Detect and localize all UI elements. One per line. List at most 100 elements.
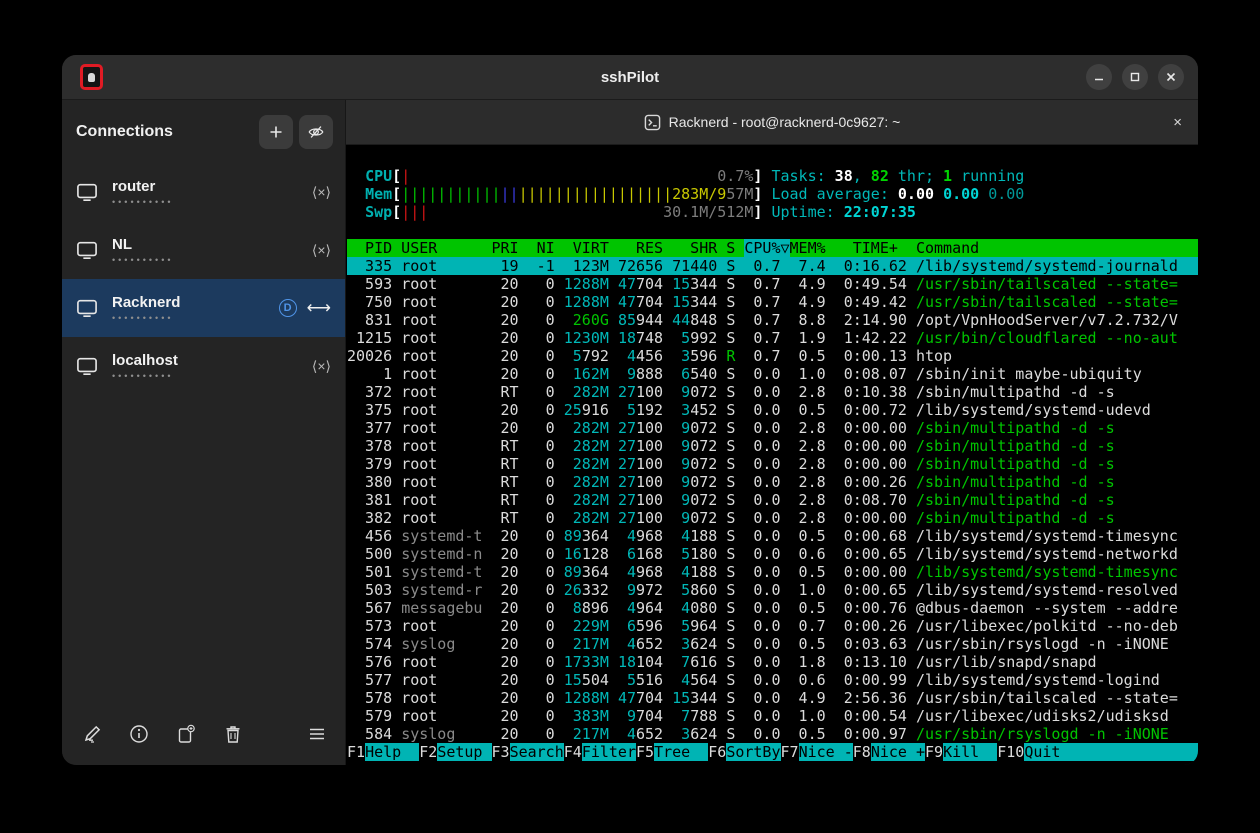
connection-name: router bbox=[112, 179, 174, 195]
connection-password-dots: •••••••••• bbox=[112, 314, 180, 322]
minimize-button[interactable] bbox=[1086, 64, 1112, 90]
fkey-f4: F4 bbox=[564, 743, 582, 761]
process-row-379[interactable]: 379 root RT 0 282M 27100 9072 S 0.0 2.8 … bbox=[347, 455, 1198, 473]
trash-icon bbox=[223, 724, 243, 744]
app-window: sshPilot Connections bbox=[62, 55, 1198, 765]
process-row-503[interactable]: 503 systemd-r 20 0 26332 9972 5860 S 0.0… bbox=[347, 581, 1198, 599]
process-row-578[interactable]: 578 root 20 0 1288M 47704 15344 S 0.0 4.… bbox=[347, 689, 1198, 707]
fkey-action-tree[interactable]: Tree bbox=[654, 743, 708, 761]
process-row-1[interactable]: 1 root 20 0 162M 9888 6540 S 0.0 1.0 0:0… bbox=[347, 365, 1198, 383]
process-row-573[interactable]: 573 root 20 0 229M 6596 5964 S 0.0 0.7 0… bbox=[347, 617, 1198, 635]
process-row-577[interactable]: 577 root 20 0 15504 5516 4564 S 0.0 0.6 … bbox=[347, 671, 1198, 689]
fkey-f8: F8 bbox=[853, 743, 871, 761]
connection-item-router[interactable]: router••••••••••⟨×⟩ bbox=[62, 163, 345, 221]
computer-icon bbox=[76, 240, 98, 260]
fkey-f7: F7 bbox=[781, 743, 799, 761]
close-button[interactable] bbox=[1158, 64, 1184, 90]
process-row-20026[interactable]: 20026 root 20 0 5792 4456 3596 R 0.7 0.5… bbox=[347, 347, 1198, 365]
menu-button[interactable] bbox=[307, 724, 327, 744]
computer-icon bbox=[76, 298, 98, 318]
process-row-456[interactable]: 456 systemd-t 20 0 89364 4968 4188 S 0.0… bbox=[347, 527, 1198, 545]
fkey-action-kill[interactable]: Kill bbox=[943, 743, 997, 761]
terminal-line: Swp[||| 30.1M/512M] Uptime: 22:07:35 bbox=[347, 203, 1198, 221]
connections-sidebar: Connections router •••••••••• ⟨×⟩ NL •••••••… bbox=[62, 100, 345, 765]
process-row-579[interactable]: 579 root 20 0 383M 9704 7788 S 0.0 1.0 0… bbox=[347, 707, 1198, 725]
fkey-action-search[interactable]: Search bbox=[510, 743, 564, 761]
sidebar-toolbar bbox=[62, 709, 345, 765]
sidebar-title: Connections bbox=[76, 123, 173, 141]
fkey-action-nice-[interactable]: Nice - bbox=[799, 743, 853, 761]
fkey-f3: F3 bbox=[492, 743, 510, 761]
process-row-380[interactable]: 380 root RT 0 282M 27100 9072 S 0.0 2.8 … bbox=[347, 473, 1198, 491]
info-button[interactable] bbox=[129, 724, 149, 744]
fkey-action-sortby[interactable]: SortBy bbox=[726, 743, 780, 761]
connected-icon: ⟷ bbox=[307, 298, 331, 318]
titlebar: sshPilot bbox=[62, 55, 1198, 100]
terminal-tabbar: Racknerd - root@racknerd-0c9627: ~ × bbox=[346, 100, 1198, 145]
htop-column-header[interactable]: PID USER PRI NI VIRT RES SHR S CPU%▽MEM%… bbox=[347, 239, 1198, 257]
process-row-831[interactable]: 831 root 20 0 260G 85944 44848 S 0.7 8.8… bbox=[347, 311, 1198, 329]
connection-name: localhost bbox=[112, 353, 178, 369]
computer-icon bbox=[76, 182, 98, 202]
eye-off-icon bbox=[307, 123, 325, 141]
dynamic-badge: D bbox=[279, 299, 297, 317]
maximize-icon bbox=[1129, 71, 1141, 83]
terminal-line bbox=[347, 221, 1198, 239]
fkey-f9: F9 bbox=[925, 743, 943, 761]
fkey-action-quit[interactable]: Quit bbox=[1024, 743, 1198, 761]
fkey-f1: F1 bbox=[347, 743, 365, 761]
htop-function-key-bar: F1Help F2Setup F3SearchF4FilterF5Tree F6… bbox=[347, 743, 1198, 761]
process-row-750[interactable]: 750 root 20 0 1288M 47704 15344 S 0.7 4.… bbox=[347, 293, 1198, 311]
process-row-574[interactable]: 574 syslog 20 0 217M 4652 3624 S 0.0 0.5… bbox=[347, 635, 1198, 653]
connection-item-racknerd[interactable]: Racknerd •••••••••• D ⟷ bbox=[62, 279, 345, 337]
hamburger-icon bbox=[307, 724, 327, 744]
process-row-381[interactable]: 381 root RT 0 282M 27100 9072 S 0.0 2.8 … bbox=[347, 491, 1198, 509]
connection-item-nl[interactable]: NL •••••••••• ⟨×⟩ bbox=[62, 221, 345, 279]
maximize-button[interactable] bbox=[1122, 64, 1148, 90]
process-row-501[interactable]: 501 systemd-t 20 0 89364 4968 4188 S 0.0… bbox=[347, 563, 1198, 581]
process-row-500[interactable]: 500 systemd-n 20 0 16128 6168 5180 S 0.0… bbox=[347, 545, 1198, 563]
connection-password-dots: •••••••••• bbox=[112, 198, 174, 206]
connection-name: Racknerd bbox=[112, 295, 180, 311]
connection-name: NL bbox=[112, 237, 174, 253]
tab-close-button[interactable]: × bbox=[1173, 114, 1182, 131]
disconnected-icon: ⟨×⟩ bbox=[312, 358, 331, 375]
process-row-593[interactable]: 593 root 20 0 1288M 47704 15344 S 0.7 4.… bbox=[347, 275, 1198, 293]
fkey-f6: F6 bbox=[708, 743, 726, 761]
process-row-372[interactable]: 372 root RT 0 282M 27100 9072 S 0.0 2.8 … bbox=[347, 383, 1198, 401]
connection-password-dots: •••••••••• bbox=[112, 256, 174, 264]
fkey-action-help[interactable]: Help bbox=[365, 743, 419, 761]
process-row-377[interactable]: 377 root 20 0 282M 27100 9072 S 0.0 2.8 … bbox=[347, 419, 1198, 437]
process-row-584[interactable]: 584 syslog 20 0 217M 4652 3624 S 0.0 0.5… bbox=[347, 725, 1198, 743]
plus-icon bbox=[268, 124, 284, 140]
delete-connection-button[interactable] bbox=[223, 724, 243, 744]
pencil-icon bbox=[82, 724, 102, 744]
computer-icon bbox=[76, 356, 98, 376]
process-row-335[interactable]: 335 root 19 -1 123M 72656 71440 S 0.7 7.… bbox=[347, 257, 1198, 275]
terminal-screen[interactable]: CPU[| 0.7%] Tasks: 38, 82 thr; 1 running… bbox=[346, 145, 1198, 765]
fkey-action-filter[interactable]: Filter bbox=[582, 743, 636, 761]
add-connection-button[interactable] bbox=[259, 115, 293, 149]
hide-passwords-button[interactable] bbox=[299, 115, 333, 149]
process-row-567[interactable]: 567 messagebu 20 0 8896 4964 4080 S 0.0 … bbox=[347, 599, 1198, 617]
disconnected-icon: ⟨×⟩ bbox=[312, 242, 331, 259]
terminal-line: CPU[| 0.7%] Tasks: 38, 82 thr; 1 running bbox=[347, 167, 1198, 185]
info-icon bbox=[129, 724, 149, 744]
close-icon bbox=[1165, 71, 1177, 83]
process-row-378[interactable]: 378 root RT 0 282M 27100 9072 S 0.0 2.8 … bbox=[347, 437, 1198, 455]
minimize-icon bbox=[1093, 71, 1105, 83]
connection-password-dots: •••••••••• bbox=[112, 372, 178, 380]
connection-item-localhost[interactable]: localhost •••••••••• ⟨×⟩ bbox=[62, 337, 345, 395]
process-row-1215[interactable]: 1215 root 20 0 1230M 18748 5992 S 0.7 1.… bbox=[347, 329, 1198, 347]
process-row-576[interactable]: 576 root 20 0 1733M 18104 7616 S 0.0 1.8… bbox=[347, 653, 1198, 671]
edit-connection-button[interactable] bbox=[82, 724, 102, 744]
process-row-382[interactable]: 382 root RT 0 282M 27100 9072 S 0.0 2.8 … bbox=[347, 509, 1198, 527]
terminal-line: Mem[||||||||||||||||||||||||||||||283M/9… bbox=[347, 185, 1198, 203]
process-row-375[interactable]: 375 root 20 0 25916 5192 3452 S 0.0 0.5 … bbox=[347, 401, 1198, 419]
fkey-action-nice-[interactable]: Nice + bbox=[871, 743, 925, 761]
window-title: sshPilot bbox=[62, 69, 1198, 86]
copy-plus-icon bbox=[176, 724, 196, 744]
terminal-icon bbox=[644, 114, 661, 131]
duplicate-connection-button[interactable] bbox=[176, 724, 196, 744]
fkey-action-setup[interactable]: Setup bbox=[437, 743, 491, 761]
